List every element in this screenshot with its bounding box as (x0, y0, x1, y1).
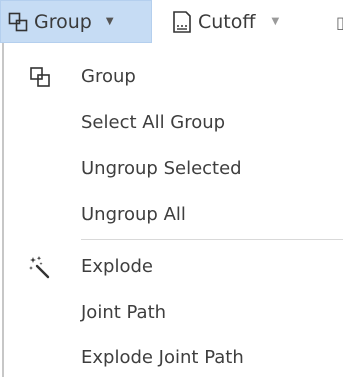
cutoff-icon (173, 10, 191, 33)
menu-item-label: Ungroup All (81, 204, 186, 225)
group-icon (30, 67, 50, 87)
menu-item-ungroup-selected[interactable]: Ungroup Selected (0, 146, 343, 192)
cutoff-dropdown[interactable]: Cutoff ▼ (172, 0, 279, 43)
menu-item-label: Joint Path (81, 302, 167, 323)
menu-item-joint-path[interactable]: Joint Path (0, 290, 343, 336)
group-icon (8, 12, 28, 31)
menu-item-label: Select All Group (81, 112, 226, 133)
menu-item-explode-joint-path[interactable]: Explode Joint Path (0, 335, 343, 381)
toolbar: Group ▼ Cutoff ▼ ▯ (0, 0, 343, 43)
next-tool-icon[interactable]: ▯ (336, 13, 343, 31)
group-label: Group (34, 10, 92, 33)
menu-item-label: Explode (81, 256, 153, 277)
cutoff-label: Cutoff (198, 10, 256, 33)
menu-item-select-all-group[interactable]: Select All Group (0, 100, 343, 146)
menu-item-label: Group (81, 66, 136, 87)
menu-item-explode[interactable]: Explode (0, 244, 343, 290)
menu-item-label: Ungroup Selected (81, 158, 242, 179)
menu-item-group[interactable]: Group (0, 54, 343, 100)
menu-item-label: Explode Joint Path (81, 347, 244, 368)
magic-wand-icon (29, 256, 50, 279)
dropdown-arrow-icon: ▼ (105, 16, 114, 27)
group-menu: Group Select All Group Ungroup Selected … (0, 43, 343, 377)
group-dropdown[interactable]: Group ▼ (8, 0, 114, 43)
dropdown-arrow-icon: ▼ (271, 16, 280, 27)
menu-item-ungroup-all[interactable]: Ungroup All (0, 192, 343, 238)
menu-separator (81, 239, 343, 240)
